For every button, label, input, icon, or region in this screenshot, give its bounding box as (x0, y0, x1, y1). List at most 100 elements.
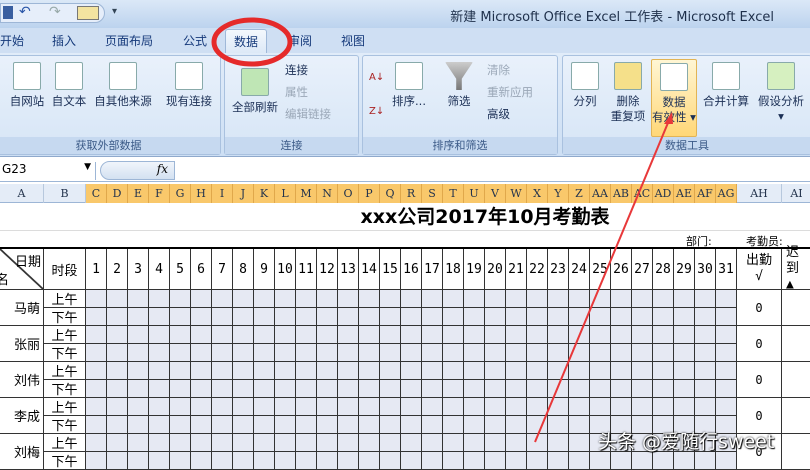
column-header-F[interactable]: F (149, 184, 170, 203)
attendance-cell[interactable] (485, 380, 506, 398)
column-header-Y[interactable]: Y (548, 184, 569, 203)
attendance-cell[interactable] (170, 362, 191, 380)
attendance-cell[interactable] (674, 344, 695, 362)
tab-home[interactable]: 开始 (0, 32, 24, 49)
column-header-S[interactable]: S (422, 184, 443, 203)
attendance-count[interactable]: 0 (737, 290, 782, 326)
period-am[interactable]: 上午 (44, 434, 86, 452)
attendance-cell[interactable] (170, 416, 191, 434)
attendance-cell[interactable] (212, 308, 233, 326)
attendance-cell[interactable] (380, 362, 401, 380)
attendance-cell[interactable] (338, 344, 359, 362)
attendance-cell[interactable] (464, 344, 485, 362)
attendance-cell[interactable] (422, 290, 443, 308)
attendance-cell[interactable] (590, 380, 611, 398)
attendance-cell[interactable] (506, 452, 527, 470)
attendance-cell[interactable] (569, 398, 590, 416)
attendance-cell[interactable] (212, 380, 233, 398)
period-am[interactable]: 上午 (44, 362, 86, 380)
attendance-cell[interactable] (506, 326, 527, 344)
attendance-cell[interactable] (569, 362, 590, 380)
attendance-cell[interactable] (296, 308, 317, 326)
attendance-cell[interactable] (338, 380, 359, 398)
attendance-cell[interactable] (632, 452, 653, 470)
attendance-cell[interactable] (317, 326, 338, 344)
attendance-cell[interactable] (380, 380, 401, 398)
attendance-cell[interactable] (548, 308, 569, 326)
attendance-cell[interactable] (149, 326, 170, 344)
sort-asc-icon[interactable]: A↓ (369, 72, 384, 83)
customize-qat-icon[interactable]: ▾ (112, 6, 117, 17)
attendance-cell[interactable] (170, 344, 191, 362)
from-web-button[interactable]: 自网站 (7, 62, 47, 109)
attendance-cell[interactable] (149, 362, 170, 380)
attendance-cell[interactable] (233, 398, 254, 416)
attendance-cell[interactable] (233, 326, 254, 344)
attendance-cell[interactable] (632, 344, 653, 362)
attendance-cell[interactable] (443, 344, 464, 362)
column-header-AA[interactable]: AA (590, 184, 611, 203)
attendance-cell[interactable] (191, 416, 212, 434)
attendance-cell[interactable] (632, 326, 653, 344)
attendance-cell[interactable] (128, 326, 149, 344)
attendance-cell[interactable] (86, 326, 107, 344)
attendance-cell[interactable] (275, 452, 296, 470)
attendance-cell[interactable] (86, 416, 107, 434)
attendance-cell[interactable] (128, 380, 149, 398)
attendance-cell[interactable] (317, 434, 338, 452)
attendance-cell[interactable] (653, 326, 674, 344)
column-header-L[interactable]: L (275, 184, 296, 203)
attendance-cell[interactable] (401, 344, 422, 362)
attendance-cell[interactable] (254, 452, 275, 470)
attendance-cell[interactable] (380, 398, 401, 416)
attendance-cell[interactable] (506, 290, 527, 308)
attendance-cell[interactable] (212, 326, 233, 344)
attendance-cell[interactable] (527, 416, 548, 434)
connections-button[interactable]: 连接 (285, 62, 308, 78)
attendance-cell[interactable] (233, 308, 254, 326)
attendance-count[interactable]: 0 (737, 362, 782, 398)
attendance-cell[interactable] (212, 434, 233, 452)
attendance-cell[interactable] (590, 290, 611, 308)
column-header-R[interactable]: R (401, 184, 422, 203)
attendance-cell[interactable] (401, 290, 422, 308)
attendance-cell[interactable] (317, 290, 338, 308)
attendance-cell[interactable] (422, 416, 443, 434)
attendance-cell[interactable] (212, 362, 233, 380)
attendance-cell[interactable] (716, 326, 737, 344)
attendance-count[interactable]: 0 (737, 326, 782, 362)
attendance-cell[interactable] (128, 416, 149, 434)
column-header-V[interactable]: V (485, 184, 506, 203)
attendance-cell[interactable] (485, 398, 506, 416)
attendance-cell[interactable] (254, 362, 275, 380)
attendance-cell[interactable] (716, 452, 737, 470)
attendance-cell[interactable] (632, 398, 653, 416)
attendance-cell[interactable] (380, 344, 401, 362)
column-header-AH[interactable]: AH (737, 184, 782, 203)
attendance-cell[interactable] (443, 326, 464, 344)
attendance-cell[interactable] (506, 308, 527, 326)
attendance-cell[interactable] (359, 344, 380, 362)
attendance-cell[interactable] (86, 308, 107, 326)
period-am[interactable]: 上午 (44, 290, 86, 308)
attendance-cell[interactable] (254, 416, 275, 434)
attendance-cell[interactable] (107, 398, 128, 416)
attendance-cell[interactable] (170, 326, 191, 344)
attendance-cell[interactable] (590, 452, 611, 470)
attendance-cell[interactable] (548, 452, 569, 470)
column-header-T[interactable]: T (443, 184, 464, 203)
remove-duplicates-button[interactable]: 删除 重复项 (607, 62, 649, 124)
column-header-AD[interactable]: AD (653, 184, 674, 203)
attendance-cell[interactable] (296, 452, 317, 470)
attendance-cell[interactable] (296, 416, 317, 434)
column-header-U[interactable]: U (464, 184, 485, 203)
consolidate-button[interactable]: 合并计算 (701, 62, 751, 109)
attendance-cell[interactable] (338, 290, 359, 308)
attendance-cell[interactable] (590, 326, 611, 344)
attendance-cell[interactable] (548, 398, 569, 416)
column-header-Z[interactable]: Z (569, 184, 590, 203)
column-header-P[interactable]: P (359, 184, 380, 203)
attendance-cell[interactable] (317, 452, 338, 470)
attendance-cell[interactable] (527, 362, 548, 380)
attendance-cell[interactable] (296, 380, 317, 398)
